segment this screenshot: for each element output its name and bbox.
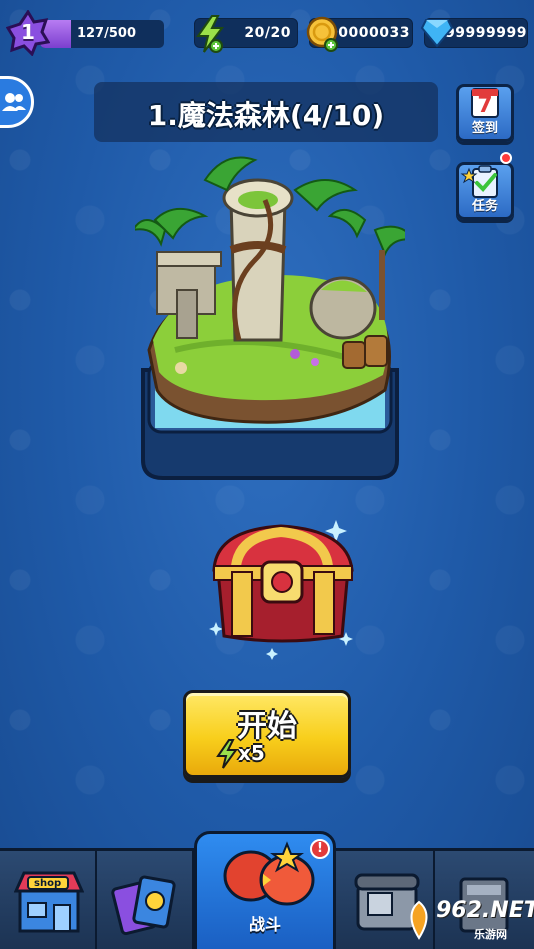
island-illustration xyxy=(130,156,418,480)
cards-icon xyxy=(111,875,176,936)
tasks-label: 任务 xyxy=(471,199,498,214)
tasks-notification-dot xyxy=(500,152,512,164)
energy-bolt-icon xyxy=(196,15,224,53)
xp-bar: 127/500 xyxy=(40,20,164,48)
stage-title-plate: 1.魔法森林(4/10) xyxy=(94,82,438,142)
coin-icon xyxy=(306,16,338,52)
energy-bolt-icon xyxy=(216,739,238,769)
level-badge[interactable]: 1 xyxy=(5,9,51,57)
checkin-label: 签到 xyxy=(471,121,498,136)
tab-shop[interactable]: shop xyxy=(0,851,97,949)
level-number: 1 xyxy=(21,20,35,44)
friends-button[interactable] xyxy=(0,76,34,128)
treasure-chest[interactable] xyxy=(196,512,366,662)
start-button[interactable]: 开始 x5 xyxy=(183,690,351,778)
boxing-gloves-icon xyxy=(223,841,315,906)
watermark-brand: 962.NET xyxy=(436,898,534,923)
tab-battle-label: 战斗 xyxy=(248,915,281,934)
battle-alert-badge: ! xyxy=(310,839,330,859)
watermark-logo-icon xyxy=(410,900,428,940)
shop-sign-text: shop xyxy=(34,878,62,889)
resource-bar: 127/500 1 20/20 100000033 99999999 xyxy=(0,0,534,60)
energy-text: 20/20 xyxy=(244,25,291,41)
start-cost: x5 xyxy=(238,741,265,765)
chest-icon xyxy=(209,520,354,660)
gem-text: 99999999 xyxy=(445,25,527,41)
gem-icon xyxy=(420,19,454,48)
checkin-number: 7 xyxy=(477,93,493,118)
stage-island[interactable] xyxy=(130,140,418,485)
friends-icon xyxy=(2,93,26,111)
tasks-button[interactable]: 任务 xyxy=(456,162,514,220)
watermark-sub: 乐游网 xyxy=(474,928,507,941)
checkin-button[interactable]: 7 签到 xyxy=(456,84,514,142)
stage-title: 1.魔法森林(4/10) xyxy=(147,99,385,132)
watermark: 962.NET 乐游网 xyxy=(400,896,534,946)
tab-cards[interactable] xyxy=(97,851,194,949)
xp-text: 127/500 xyxy=(76,26,136,41)
start-label: 开始 xyxy=(237,709,297,744)
